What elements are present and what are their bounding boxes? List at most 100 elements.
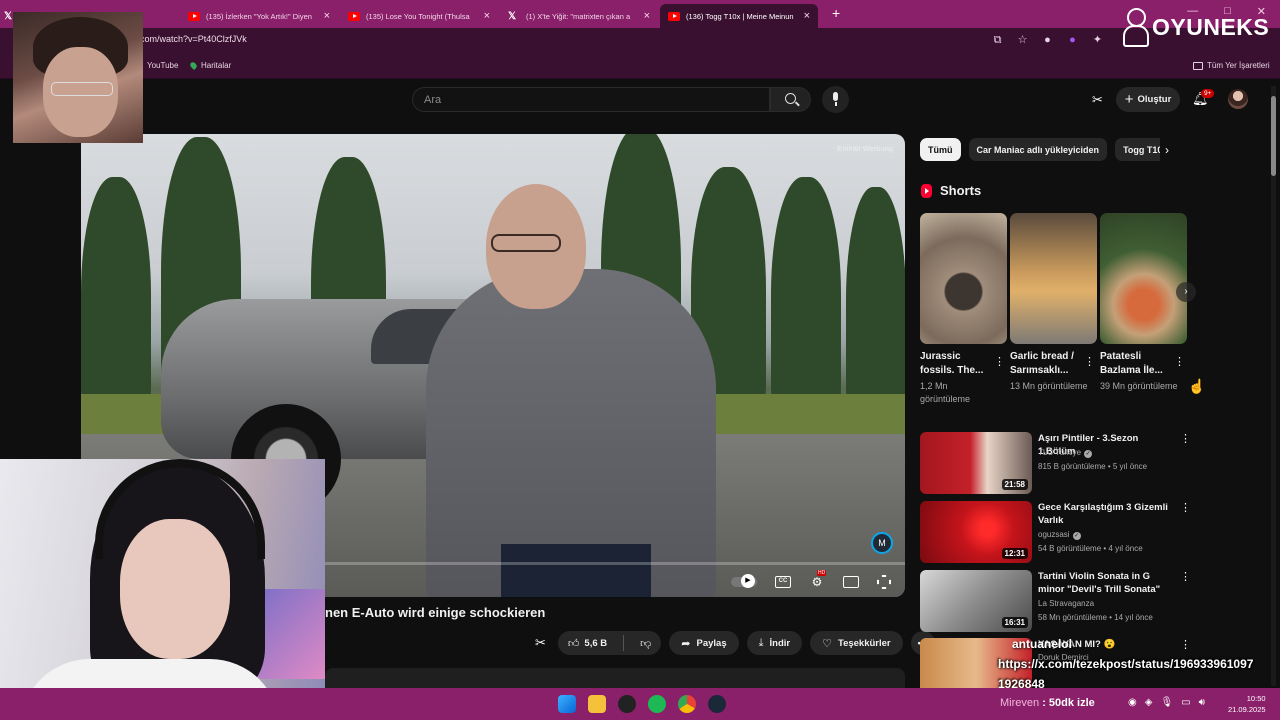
channel-label: La Stravaganza <box>1038 599 1095 608</box>
steam-icon[interactable] <box>708 695 726 713</box>
clip-icon[interactable]: ✂ <box>535 635 546 651</box>
channel-name[interactable]: TLC Turkiye ✓ <box>1038 448 1093 458</box>
short-title[interactable]: Garlic bread / Sarımsaklı... <box>1010 350 1078 378</box>
video-thumbnail[interactable]: 16:31 <box>920 570 1032 632</box>
chevron-right-icon[interactable]: › <box>1165 143 1169 157</box>
windows-start-icon[interactable] <box>558 695 576 713</box>
shorts-icon <box>921 183 932 198</box>
verified-icon: ✓ <box>1084 450 1093 458</box>
captions-button[interactable]: CC <box>775 576 791 588</box>
url-field[interactable]: com/watch?v=Pt40ClzfJVk <box>140 34 247 44</box>
short-thumbnail[interactable] <box>920 213 1007 344</box>
tab-label: (135) Lose You Tonight (Thulsa <box>366 11 470 21</box>
more-vert-icon[interactable]: ⋮ <box>994 355 1005 368</box>
bookmark-youtube[interactable]: YouTube <box>147 61 178 70</box>
channel-name[interactable]: oguzsasi ✓ <box>1038 530 1081 540</box>
screen: 𝕏 (135) İzlerken "Yok Artık!" Diyen × (1… <box>0 0 1280 720</box>
description-box[interactable] <box>325 668 905 688</box>
search-button[interactable] <box>770 87 811 112</box>
file-explorer-icon[interactable] <box>588 695 606 713</box>
short-title[interactable]: Jurassic fossils. The... <box>920 350 988 378</box>
more-vert-icon[interactable]: ⋮ <box>1180 501 1191 514</box>
address-bar: com/watch?v=Pt40ClzfJVk ⧉ ☆ ● ● ✦ <box>0 28 1280 55</box>
more-vert-icon[interactable]: ⋮ <box>1084 355 1095 368</box>
close-icon[interactable]: × <box>484 10 490 22</box>
voice-search-button[interactable] <box>822 86 849 113</box>
video-thumbnail[interactable]: 12:31 <box>920 501 1032 563</box>
more-vert-icon[interactable]: ⋮ <box>1174 355 1185 368</box>
like-button[interactable]: 👍︎ 5,6 B <box>558 631 617 655</box>
browser-tab[interactable]: (135) Lose You Tonight (Thulsa × <box>340 4 498 28</box>
steam-tray-icon[interactable]: ◉ <box>1128 697 1137 708</box>
close-icon[interactable]: × <box>324 10 330 22</box>
more-vert-icon[interactable]: ⋮ <box>1180 432 1191 445</box>
avatar[interactable] <box>1228 89 1248 109</box>
install-icon[interactable]: ⧉ <box>991 34 1004 47</box>
network-icon[interactable]: ◈ <box>1145 697 1153 708</box>
bookmarks-bar: YouTube Haritalar Tüm Yer İşaretleri <box>0 55 1280 79</box>
thanks-button[interactable]: ♡ Teşekkürler <box>810 631 903 655</box>
channel-watermark-icon[interactable]: M <box>871 532 893 554</box>
spotify-icon[interactable] <box>648 695 666 713</box>
close-icon[interactable]: × <box>644 10 650 22</box>
share-button[interactable]: ➦ Paylaş <box>669 631 739 655</box>
mic-icon[interactable]: 🎙︎ <box>1160 697 1173 708</box>
new-tab-button[interactable]: + <box>832 5 840 21</box>
theater-mode-icon[interactable] <box>843 576 859 588</box>
extension-icon[interactable]: ● <box>1066 34 1079 47</box>
star-icon[interactable]: ☆ <box>1016 34 1029 47</box>
scrollbar-thumb[interactable] <box>1271 96 1276 176</box>
download-button[interactable]: ⤓ İndir <box>746 631 803 655</box>
browser-tab-active[interactable]: (136) Togg T10x | Meine Meinun × <box>660 4 818 28</box>
browser-tab[interactable]: (135) İzlerken "Yok Artık!" Diyen × <box>180 4 338 28</box>
short-item[interactable]: Patatesli Bazlama İle... 39 Mn görüntüle… <box>1100 213 1187 393</box>
clock-time: 10:50 <box>1246 694 1266 703</box>
short-title[interactable]: Patatesli Bazlama İle... <box>1100 350 1168 378</box>
recommended-video[interactable]: 21:58 Aşırı Pintiler - 3.Sezon 1.Bölüm T… <box>920 432 1191 494</box>
obs-icon[interactable] <box>618 695 636 713</box>
more-vert-icon[interactable]: ⋮ <box>1180 570 1191 583</box>
more-vert-icon[interactable]: ⋮ <box>1180 638 1190 651</box>
browser-tab[interactable]: 𝕏 (1) X'te Yiğit: "matrixten çıkan a × <box>500 4 658 28</box>
chevron-right-icon[interactable]: › <box>1176 282 1196 302</box>
share-label: Paylaş <box>696 637 727 649</box>
heart-dollar-icon: ♡ <box>822 637 832 650</box>
short-item[interactable]: Garlic bread / Sarımsaklı... 13 Mn görün… <box>1010 213 1097 393</box>
clock[interactable]: 10:50 21.09.2025 <box>1228 693 1266 715</box>
video-title[interactable]: Gece Karşılaştığım 3 Gizemli Varlık <box>1038 501 1178 527</box>
settings-gear-icon[interactable]: ⚙ HD <box>809 570 827 589</box>
volume-icon[interactable]: 🔊︎ <box>1199 697 1205 708</box>
extension-icon[interactable]: ● <box>1041 34 1054 47</box>
filter-chips: Tümü Car Maniac adlı yükleyiciden Togg T… <box>920 138 1160 161</box>
channel-name[interactable]: La Stravaganza <box>1038 599 1094 608</box>
short-item[interactable]: Jurassic fossils. The... 1,2 Mn görüntül… <box>920 213 1007 406</box>
recommended-video[interactable]: 16:31 Tartini Violin Sonata in G minor "… <box>920 570 1191 632</box>
video-title[interactable]: Tartini Violin Sonata in G minor "Devil'… <box>1038 570 1178 596</box>
puzzle-icon[interactable]: ✦ <box>1091 34 1104 47</box>
video-meta: 815 B görüntüleme • 5 yıl önce <box>1038 462 1148 471</box>
create-button[interactable]: + Oluştur <box>1116 87 1180 112</box>
short-views: 39 Mn görüntüleme <box>1100 381 1178 391</box>
display-icon[interactable]: ▭ <box>1181 697 1190 708</box>
all-bookmarks[interactable]: Tüm Yer İşaretleri <box>1193 61 1270 70</box>
chip-all[interactable]: Tümü <box>920 138 961 161</box>
bookmark-maps[interactable]: Haritalar <box>188 60 231 71</box>
chrome-icon[interactable] <box>678 695 696 713</box>
page-scrollbar[interactable] <box>1271 86 1276 686</box>
video-thumbnail[interactable]: 21:58 <box>920 432 1032 494</box>
shorts-header: Shorts <box>921 183 981 198</box>
shorts-shelf: Jurassic fossils. The... 1,2 Mn görüntül… <box>920 213 1190 413</box>
clip-icon[interactable]: ✂ <box>1092 92 1108 107</box>
short-thumbnail[interactable] <box>1010 213 1097 344</box>
short-thumbnail[interactable] <box>1100 213 1187 344</box>
chip-uploader[interactable]: Car Maniac adlı yükleyiciden <box>968 138 1108 161</box>
bookmark-label: Tüm Yer İşaretleri <box>1207 61 1270 70</box>
search-input[interactable]: Ara <box>412 87 770 112</box>
autoplay-toggle[interactable] <box>731 574 757 588</box>
dislike-button[interactable]: 👎︎ <box>630 631 661 655</box>
recommended-video[interactable]: 12:31 Gece Karşılaştığım 3 Gizemli Varlı… <box>920 501 1191 563</box>
ad-disclosure: Enthält Werbung <box>837 144 893 153</box>
close-icon[interactable]: × <box>804 10 810 22</box>
chip-related[interactable]: Togg T10 <box>1115 138 1160 161</box>
fullscreen-icon[interactable] <box>877 575 891 589</box>
